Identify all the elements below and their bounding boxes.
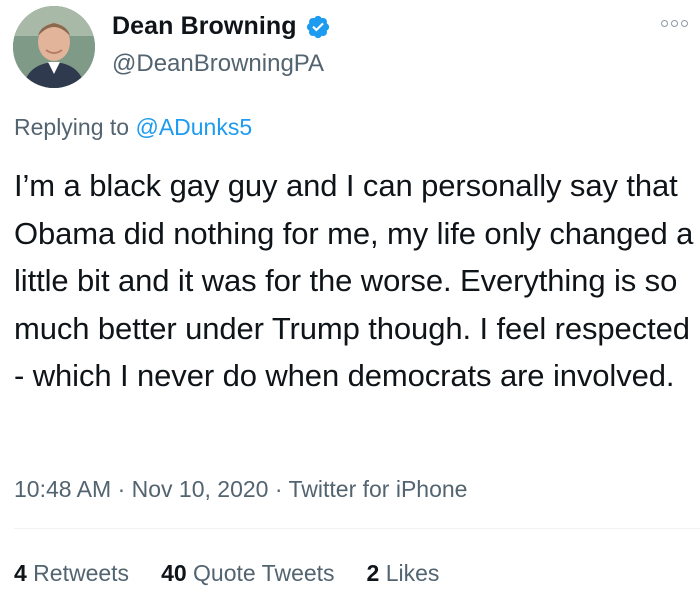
reply-handle-link[interactable]: @ADunks5: [135, 114, 252, 140]
author-name-row: Dean Browning: [112, 12, 331, 41]
more-dot-icon: [681, 20, 688, 27]
avatar[interactable]: [13, 6, 95, 88]
retweets-stat[interactable]: 4 Retweets: [14, 560, 129, 587]
tweet-text: I’m a black gay guy and I can personally…: [14, 168, 694, 393]
retweets-count: 4: [14, 560, 27, 586]
divider: [14, 528, 700, 529]
replying-to-prefix: Replying to: [14, 114, 136, 140]
retweets-label: Retweets: [26, 560, 130, 586]
more-options-icon[interactable]: [661, 20, 688, 27]
likes-stat[interactable]: 2 Likes: [367, 560, 440, 587]
tweet-card: Dean Browning @DeanBrowningPA Replying t…: [0, 0, 700, 597]
tweet-stats: 4 Retweets 40 Quote Tweets 2 Likes: [14, 560, 439, 587]
quote-tweets-label: Quote Tweets: [186, 560, 335, 586]
quote-tweets-count: 40: [161, 560, 187, 586]
avatar-photo-icon: [13, 6, 95, 88]
quote-tweets-stat[interactable]: 40 Quote Tweets: [161, 560, 334, 587]
meta-separator: ·: [111, 476, 132, 502]
more-dot-icon: [671, 20, 678, 27]
verified-badge-icon: [305, 14, 331, 40]
tweet-meta: 10:48 AM · Nov 10, 2020 · Twitter for iP…: [14, 476, 467, 503]
replying-to-line: Replying to @ADunks5: [14, 114, 252, 141]
meta-separator: ·: [268, 476, 289, 502]
likes-label: Likes: [379, 560, 440, 586]
more-dot-icon: [661, 20, 668, 27]
author-display-name[interactable]: Dean Browning: [112, 12, 297, 41]
tweet-time[interactable]: 10:48 AM: [14, 476, 111, 502]
likes-count: 2: [366, 560, 380, 586]
tweet-source[interactable]: Twitter for iPhone: [289, 476, 468, 502]
author-handle[interactable]: @DeanBrowningPA: [112, 50, 324, 78]
tweet-date[interactable]: Nov 10, 2020: [132, 476, 269, 502]
